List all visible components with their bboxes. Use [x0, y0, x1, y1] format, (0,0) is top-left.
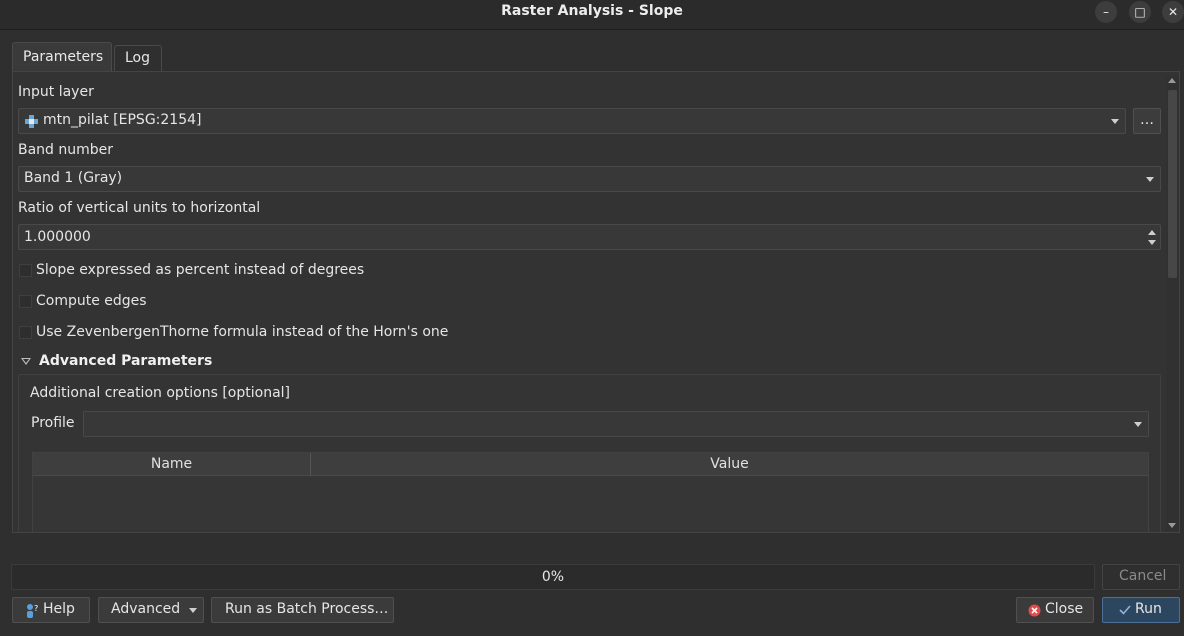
input-layer-combo[interactable]: mtn_pilat [EPSG:2154]: [18, 108, 1126, 134]
column-header-name[interactable]: Name: [33, 456, 310, 472]
close-circle-icon: [1028, 604, 1041, 617]
tab-parameters-label: Parameters: [23, 49, 104, 65]
profile-label: Profile: [31, 415, 75, 431]
column-header-value[interactable]: Value: [311, 456, 1148, 472]
help-button[interactable]: ? Help: [12, 597, 90, 623]
advanced-groupbox: Additional creation options [optional] P…: [18, 374, 1161, 532]
advanced-button-label: Advanced: [111, 601, 181, 617]
run-batch-button-label: Run as Batch Process…: [225, 601, 389, 617]
chevron-down-icon: [1134, 422, 1142, 427]
maximize-button[interactable]: □: [1129, 1, 1151, 23]
tab-log-label: Log: [125, 50, 151, 66]
chevron-down-icon: [1146, 177, 1154, 182]
svg-text:?: ?: [34, 604, 38, 613]
collapse-triangle-icon[interactable]: [21, 358, 31, 365]
ratio-spinbox[interactable]: 1.000000: [18, 224, 1161, 250]
scrollbar-thumb[interactable]: [1168, 90, 1177, 278]
percent-checkbox[interactable]: [19, 264, 32, 277]
advanced-button[interactable]: Advanced: [98, 597, 204, 623]
chevron-down-icon: [1111, 119, 1119, 124]
window-title: Raster Analysis - Slope: [501, 3, 683, 19]
browse-layer-label: …: [1140, 112, 1154, 128]
run-button[interactable]: Run: [1102, 597, 1180, 623]
minimize-icon: –: [1103, 5, 1109, 19]
advanced-parameters-heading[interactable]: Advanced Parameters: [39, 353, 212, 369]
title-bar: Raster Analysis - Slope – □ ✕: [0, 0, 1184, 30]
cancel-button[interactable]: Cancel: [1102, 564, 1180, 590]
browse-layer-button[interactable]: …: [1133, 108, 1161, 134]
help-button-label: Help: [43, 601, 75, 617]
raster-layer-icon: [25, 115, 38, 128]
parameters-panel: Input layer mtn_pilat [EPSG:2154] … Band…: [12, 71, 1180, 533]
zevenbergen-checkbox[interactable]: [19, 326, 32, 339]
ratio-label: Ratio of vertical units to horizontal: [18, 200, 261, 216]
band-number-value: Band 1 (Gray): [24, 170, 123, 186]
band-number-combo[interactable]: Band 1 (Gray): [18, 166, 1161, 192]
checkmark-icon: [1119, 605, 1131, 615]
run-button-label: Run: [1135, 601, 1162, 617]
table-header: Name Value: [33, 453, 1148, 476]
scroll-up-icon[interactable]: [1168, 78, 1176, 83]
band-number-label: Band number: [18, 142, 114, 158]
help-icon: ?: [27, 604, 38, 618]
progress-text: 0%: [541, 569, 565, 585]
run-batch-button[interactable]: Run as Batch Process…: [211, 597, 394, 623]
percent-checkbox-label[interactable]: Slope expressed as percent instead of de…: [36, 262, 364, 278]
cancel-button-label: Cancel: [1119, 568, 1167, 584]
zevenbergen-label[interactable]: Use ZevenbergenThorne formula instead of…: [36, 324, 448, 340]
spin-down-icon[interactable]: [1148, 240, 1156, 245]
close-window-button[interactable]: ✕: [1162, 1, 1184, 23]
compute-edges-label[interactable]: Compute edges: [36, 293, 147, 309]
creation-options-label: Additional creation options [optional]: [30, 385, 291, 401]
vertical-scrollbar[interactable]: [1166, 76, 1179, 531]
tab-log[interactable]: Log: [114, 45, 162, 72]
close-icon: ✕: [1167, 5, 1179, 19]
close-button[interactable]: Close: [1016, 597, 1094, 623]
input-layer-value: mtn_pilat [EPSG:2154]: [43, 112, 202, 128]
scroll-down-icon[interactable]: [1168, 523, 1176, 528]
spin-up-icon[interactable]: [1148, 230, 1156, 235]
minimize-button[interactable]: –: [1095, 1, 1117, 23]
input-layer-label: Input layer: [18, 84, 94, 100]
creation-options-table: Name Value: [32, 452, 1149, 532]
parameters-scroll-area: Input layer mtn_pilat [EPSG:2154] … Band…: [13, 72, 1165, 532]
progress-bar: 0%: [11, 564, 1095, 590]
close-button-label: Close: [1045, 601, 1084, 617]
chevron-down-icon: [189, 608, 197, 613]
profile-combo[interactable]: [83, 411, 1149, 437]
maximize-icon: □: [1134, 5, 1146, 19]
tab-parameters[interactable]: Parameters: [12, 42, 112, 72]
compute-edges-checkbox[interactable]: [19, 295, 32, 308]
ratio-value: 1.000000: [24, 229, 91, 245]
